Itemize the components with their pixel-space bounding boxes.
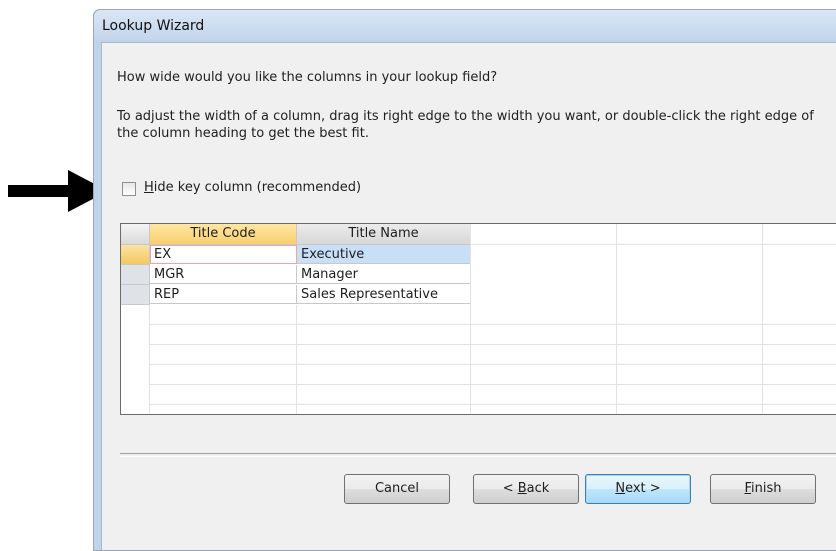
back-button[interactable]: < Back (473, 474, 579, 504)
hide-key-column-label[interactable]: Hide key column (recommended) (144, 180, 361, 195)
grid-line (150, 324, 836, 325)
grid-line (296, 305, 297, 414)
table-cell[interactable]: EX (150, 245, 297, 264)
column-header-title-code[interactable]: Title Code (150, 224, 297, 245)
row-selector[interactable] (121, 245, 150, 265)
grid-line (150, 404, 836, 405)
row-selector[interactable] (121, 285, 150, 305)
table-cell[interactable]: Manager (297, 265, 471, 284)
row-selector[interactable] (121, 265, 150, 285)
grid-line (470, 244, 836, 245)
grid-line (150, 364, 836, 365)
next-button[interactable]: Next > (585, 474, 691, 504)
grid-line (470, 224, 471, 414)
table-cell[interactable]: Sales Representative (297, 285, 471, 304)
button-separator (120, 453, 836, 457)
grid-line (150, 344, 836, 345)
grid-line (150, 384, 836, 385)
instruction-question: How wide would you like the columns in y… (117, 70, 498, 85)
title-bar: Lookup Wizard (94, 10, 836, 40)
table-cell[interactable]: MGR (150, 265, 297, 284)
grid-line (149, 305, 150, 414)
lookup-columns-grid[interactable]: Title Code Title Name EX Executive MGR M… (120, 223, 836, 415)
column-header-title-name[interactable]: Title Name (297, 224, 471, 245)
grid-line (616, 224, 617, 414)
hide-key-column-checkbox[interactable] (122, 182, 136, 196)
finish-button[interactable]: Finish (710, 474, 816, 504)
grid-line (762, 224, 763, 414)
select-all-corner[interactable] (121, 224, 150, 245)
dialog-title: Lookup Wizard (102, 18, 205, 34)
instruction-detail: To adjust the width of a column, drag it… (117, 109, 814, 141)
table-cell[interactable]: Executive (297, 245, 471, 264)
table-cell[interactable]: REP (150, 285, 297, 304)
cancel-button[interactable]: Cancel (344, 474, 450, 504)
